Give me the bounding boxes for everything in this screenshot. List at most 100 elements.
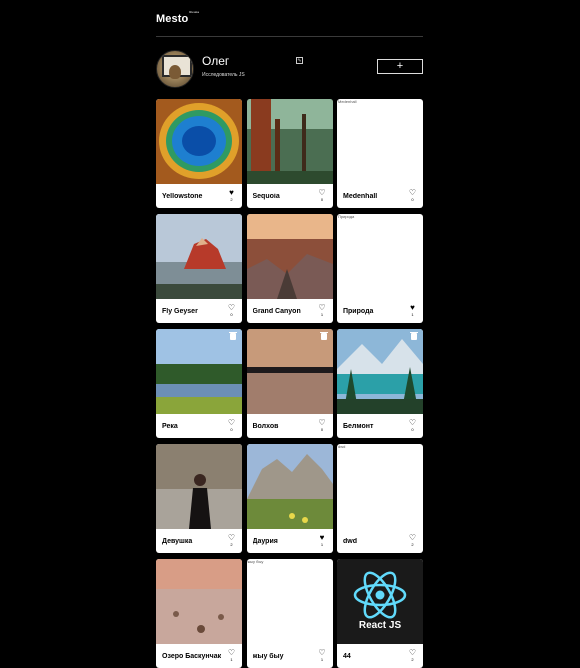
like-count: 2 <box>230 197 233 202</box>
heart-icon[interactable]: ♡ <box>227 419 236 427</box>
card-title: Природа <box>343 308 374 315</box>
like-control: ♡ 0 <box>227 419 236 433</box>
heart-filled-icon[interactable]: ♥ <box>318 534 327 542</box>
like-control: ♡ 1 <box>227 649 236 663</box>
like-control: ♡ 2 <box>227 534 236 548</box>
card-title: Даурия <box>252 538 278 545</box>
heart-icon[interactable]: ♡ <box>227 649 236 657</box>
card-image[interactable]: Medenhall <box>337 99 423 184</box>
trash-icon[interactable] <box>410 332 418 340</box>
card-image-alt: Природа <box>338 214 355 219</box>
like-count: 1 <box>320 657 324 662</box>
card-title: Девушка <box>162 538 193 545</box>
like-control: ♡ 1 <box>318 304 327 318</box>
card: Белмонт ♡ 0 <box>337 329 423 438</box>
like-control: ♥ 2 <box>227 189 236 203</box>
card-image[interactable] <box>337 329 423 414</box>
profile-about: Исследователь JS <box>202 72 245 78</box>
heart-filled-icon[interactable]: ♥ <box>408 304 417 312</box>
card-title: Река <box>162 423 178 430</box>
like-control: ♡ 0 <box>318 189 327 203</box>
card-image[interactable]: Природа <box>337 214 423 299</box>
card-image[interactable] <box>156 444 242 529</box>
heart-icon[interactable]: ♡ <box>408 419 417 427</box>
card-image[interactable]: жыу быу <box>247 559 333 644</box>
like-count: 1 <box>320 542 324 547</box>
profile-section: Олег Исследователь JS ✎ + <box>156 50 423 88</box>
card-title: Yellowstone <box>162 193 203 200</box>
card: Sequoia ♡ 0 <box>246 99 333 208</box>
heart-icon[interactable]: ♡ <box>227 534 236 542</box>
card-image[interactable] <box>246 99 333 184</box>
card-image-caption: React JS <box>358 620 402 631</box>
card: Озеро Баскунчак ♡ 1 <box>156 559 242 668</box>
like-count: 0 <box>230 312 233 317</box>
card-image[interactable] <box>246 214 333 299</box>
logo[interactable]: MestoRussia <box>156 10 199 25</box>
card-image[interactable] <box>156 214 242 299</box>
card-image-alt: Medenhall <box>338 99 357 104</box>
card-title: Белмонт <box>343 423 374 430</box>
card: Даурия ♥ 1 <box>246 444 333 553</box>
card: Река ♡ 0 <box>156 329 242 438</box>
heart-icon[interactable]: ♡ <box>408 649 417 657</box>
like-control: ♡ 2 <box>408 534 417 548</box>
like-count: 0 <box>411 197 414 202</box>
card-title: dwd <box>343 538 357 545</box>
card-image[interactable]: dwd <box>337 444 423 529</box>
card: жыу быу жыу быу ♡ 1 <box>246 559 333 668</box>
edit-profile-button[interactable]: ✎ <box>296 57 303 64</box>
card-title: Grand Canyon <box>252 308 301 315</box>
card: Природа Природа ♥ 1 <box>337 214 423 323</box>
card: Волхов ♡ 0 <box>246 329 333 438</box>
like-count: 0 <box>320 197 324 202</box>
card-image[interactable] <box>246 329 333 414</box>
card-title: 44 <box>343 653 351 660</box>
like-control: ♥ 1 <box>408 304 417 318</box>
like-count: 1 <box>230 657 233 662</box>
card-image[interactable]: React JS <box>337 559 423 644</box>
like-control: ♡ 0 <box>408 189 417 203</box>
like-control: ♡ 0 <box>227 304 236 318</box>
like-count: 2 <box>411 542 414 547</box>
trash-icon[interactable] <box>319 332 328 340</box>
card-image[interactable] <box>156 99 242 184</box>
heart-icon[interactable]: ♡ <box>227 304 236 312</box>
card: dwd dwd ♡ 2 <box>337 444 423 553</box>
profile-name: Олег <box>202 54 230 68</box>
heart-filled-icon[interactable]: ♥ <box>227 189 236 197</box>
card: Medenhall Medenhall ♡ 0 <box>337 99 423 208</box>
avatar[interactable] <box>156 50 194 88</box>
card-title: Fly Geyser <box>162 308 198 315</box>
like-control: ♡ 2 <box>408 649 417 663</box>
card: Grand Canyon ♡ 1 <box>246 214 333 323</box>
card-title: Волхов <box>252 423 279 430</box>
card-image[interactable] <box>246 444 333 529</box>
card-image[interactable] <box>156 559 242 644</box>
card-title: Озеро Баскунчак <box>162 653 222 660</box>
card-title: жыу быу <box>252 653 284 660</box>
card: Yellowstone ♥ 2 <box>156 99 242 208</box>
heart-icon[interactable]: ♡ <box>318 649 327 657</box>
heart-icon[interactable]: ♡ <box>408 534 417 542</box>
heart-icon[interactable]: ♡ <box>318 189 327 197</box>
like-count: 2 <box>411 657 414 662</box>
like-count: 0 <box>411 427 414 432</box>
add-card-button[interactable]: + <box>377 59 423 74</box>
like-count: 0 <box>230 427 233 432</box>
card-image-alt: dwd <box>338 444 346 449</box>
like-control: ♡ 0 <box>318 419 327 433</box>
page-header: MestoRussia <box>156 10 423 37</box>
heart-icon[interactable]: ♡ <box>318 304 327 312</box>
heart-icon[interactable]: ♡ <box>318 419 327 427</box>
card-image-alt: жыу быу <box>247 559 264 564</box>
card: Fly Geyser ♡ 0 <box>156 214 242 323</box>
card: Девушка ♡ 2 <box>156 444 242 553</box>
card-image[interactable] <box>156 329 242 414</box>
like-control: ♡ 0 <box>408 419 417 433</box>
card-title: Medenhall <box>343 193 378 200</box>
like-count: 1 <box>320 312 324 317</box>
like-count: 1 <box>411 312 414 317</box>
trash-icon[interactable] <box>229 332 237 340</box>
heart-icon[interactable]: ♡ <box>408 189 417 197</box>
